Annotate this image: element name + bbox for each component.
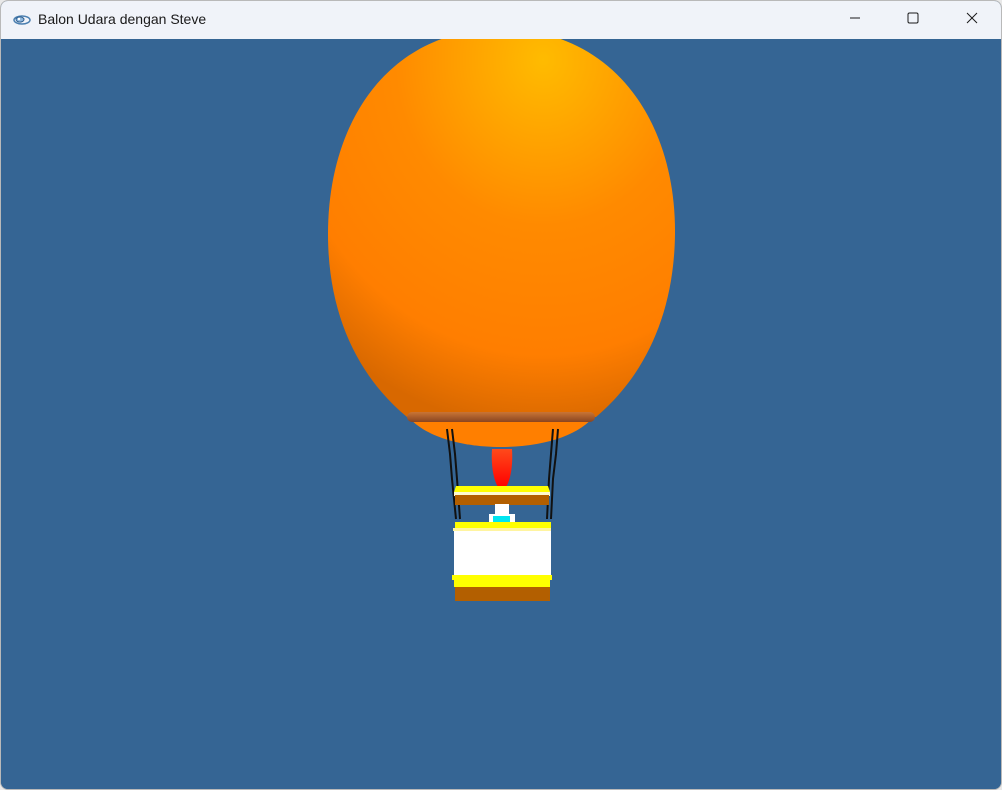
balloon [328, 39, 676, 447]
scene-svg [328, 39, 676, 601]
window-title: Balon Udara dengan Steve [38, 11, 207, 27]
close-icon [966, 11, 978, 29]
app-window: Balon Udara dengan Steve [0, 0, 1002, 790]
basket [452, 522, 552, 601]
close-button[interactable] [943, 1, 1001, 39]
minimize-icon [849, 11, 861, 29]
opengl-app-icon [13, 13, 31, 27]
title-bar[interactable]: Balon Udara dengan Steve [1, 1, 1001, 39]
maximize-button[interactable] [884, 1, 942, 39]
render-canvas[interactable] [1, 39, 1001, 789]
minimize-button[interactable] [826, 1, 884, 39]
burner-flame [491, 449, 513, 487]
balloon-rim [407, 412, 595, 422]
burner-frame [454, 486, 550, 505]
balloon-envelope [328, 39, 676, 417]
maximize-icon [907, 11, 919, 29]
